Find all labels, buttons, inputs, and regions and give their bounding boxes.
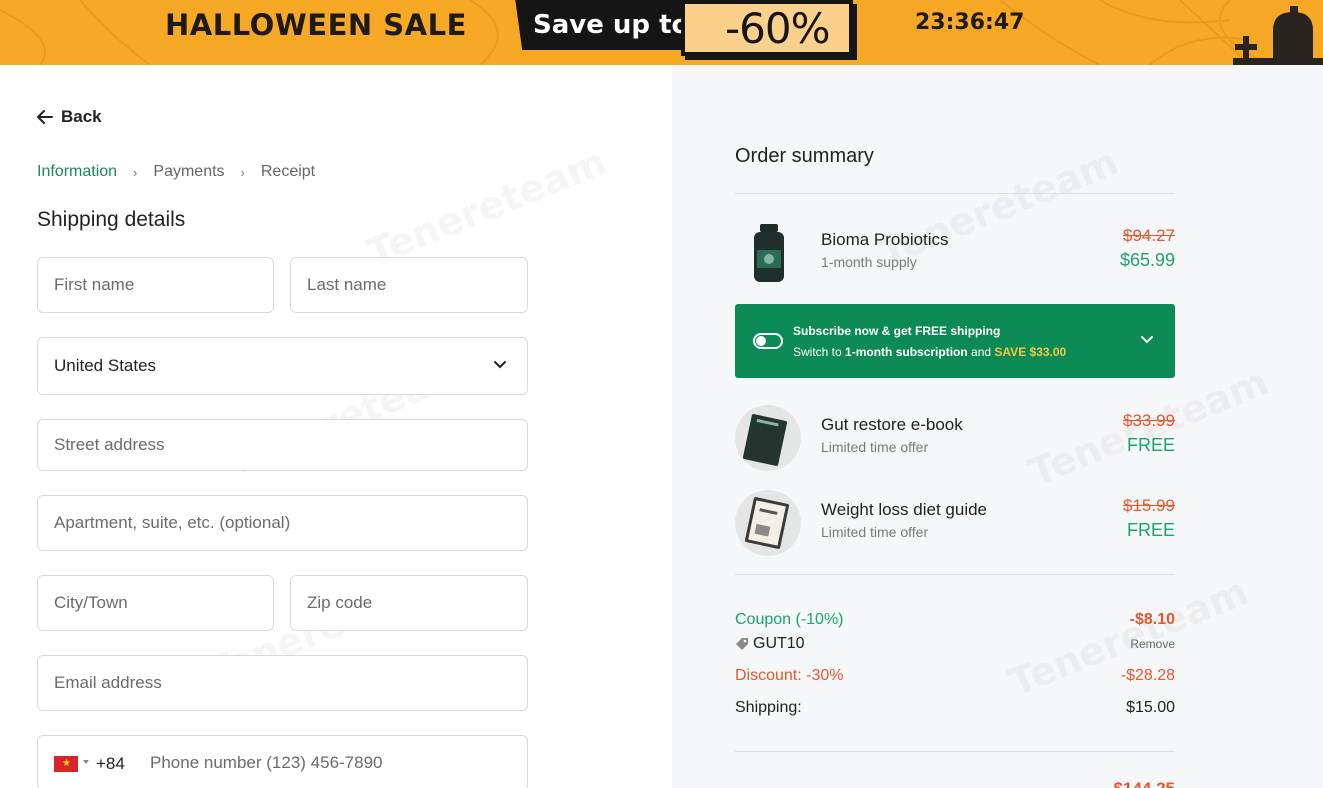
coupon-code-text: GUT10 <box>753 635 805 652</box>
coupon-label: Coupon (-10%) <box>735 611 844 628</box>
promo-percent: -60% <box>725 4 831 53</box>
item-new-price: FREE <box>1126 435 1175 455</box>
promo-save-text: Save up to <box>533 10 690 40</box>
total-price: $144.25 <box>1114 779 1175 788</box>
apartment-input[interactable] <box>38 496 527 550</box>
divider <box>735 193 1175 194</box>
subscribe-detail: Switch to 1-month subscription and SAVE … <box>793 345 1067 359</box>
back-link[interactable]: Back <box>37 107 102 127</box>
divider <box>735 574 1175 575</box>
probiotics-bottle-image <box>751 222 787 284</box>
shipping-row: Shipping: $15.00 <box>735 699 1175 717</box>
coupon-code: GUT10 <box>735 635 805 653</box>
checkout-steps-breadcrumb: Information › Payments › Receipt <box>37 163 315 181</box>
promo-badge: Save up to -60% <box>515 0 853 58</box>
item-name: Bioma Probiotics <box>821 230 949 249</box>
discount-label: Discount: -30% <box>735 667 844 684</box>
country-value: United States <box>54 356 157 375</box>
order-item: Weight loss diet guide Limited time offe… <box>735 490 1175 560</box>
email-input[interactable] <box>38 656 527 710</box>
discount-value: -$28.28 <box>1120 667 1175 684</box>
zip-input[interactable] <box>291 576 527 630</box>
item-subtitle: Limited time offer <box>821 524 929 540</box>
order-summary-panel: Tenereteam Tenereteam Tenereteam Order s… <box>672 65 1323 788</box>
city-input[interactable] <box>38 576 273 630</box>
tag-icon <box>736 638 748 650</box>
first-name-input[interactable] <box>38 258 273 312</box>
vietnam-flag-icon[interactable]: ★ <box>54 756 78 772</box>
last-name-field <box>290 257 528 313</box>
order-item: Bioma Probiotics 1-month supply $94.27 $… <box>735 220 1175 290</box>
countdown-timer: 23:36:47 <box>915 10 1025 35</box>
back-label: Back <box>61 107 102 126</box>
city-field <box>37 575 274 631</box>
step-payments[interactable]: Payments <box>153 163 224 181</box>
item-new-price: FREE <box>1126 520 1175 540</box>
phone-field: ★ +84 <box>37 735 528 788</box>
chevron-right-icon: › <box>240 164 245 180</box>
divider <box>735 751 1175 752</box>
caret-down-icon[interactable] <box>82 758 90 766</box>
apartment-field <box>37 495 528 551</box>
item-subtitle: 1-month supply <box>821 254 917 270</box>
ebook-image <box>735 405 801 471</box>
phone-input[interactable] <box>134 736 527 788</box>
step-information[interactable]: Information <box>37 163 117 181</box>
promo-banner: HALLOWEEN SALE Save up to -60% 23:36:47 <box>0 0 1323 65</box>
item-new-price: $65.99 <box>1119 250 1175 270</box>
shipping-details-title: Shipping details <box>37 208 186 231</box>
item-old-price: $33.99 <box>1123 411 1175 430</box>
chevron-down-icon <box>494 361 506 369</box>
subscribe-headline: Subscribe now & get FREE shipping <box>793 324 1001 338</box>
first-name-field <box>37 257 274 313</box>
arrow-left-icon <box>37 110 53 124</box>
country-select[interactable]: United States <box>37 337 528 395</box>
last-name-input[interactable] <box>291 258 527 312</box>
shipping-label: Shipping: <box>735 699 802 716</box>
subscribe-toggle[interactable] <box>753 333 783 349</box>
coupon-value: -$8.10 <box>1129 611 1175 628</box>
gravestone-icon <box>1233 6 1323 65</box>
email-field <box>37 655 528 711</box>
chevron-right-icon: › <box>133 164 138 180</box>
diet-guide-image <box>735 490 801 556</box>
subscribe-offer-banner[interactable]: Subscribe now & get FREE shipping Switch… <box>735 304 1175 378</box>
phone-country-code: +84 <box>96 754 125 773</box>
watermark: Tenereteam <box>361 139 612 275</box>
order-item: Gut restore e-book Limited time offer $3… <box>735 405 1175 475</box>
discount-row: Discount: -30% -$28.28 <box>735 667 1175 685</box>
order-summary-title: Order summary <box>735 145 874 167</box>
item-name: Weight loss diet guide <box>821 500 988 519</box>
street-address-field <box>37 419 528 471</box>
zip-field <box>290 575 528 631</box>
coupon-row: Coupon (-10%) -$8.10 <box>735 611 1175 629</box>
item-name: Gut restore e-book <box>821 415 963 434</box>
shipping-value: $15.00 <box>1126 699 1175 716</box>
street-address-input[interactable] <box>38 420 527 470</box>
item-subtitle: Limited time offer <box>821 439 929 455</box>
chevron-down-icon[interactable] <box>1141 336 1153 344</box>
step-receipt[interactable]: Receipt <box>261 163 315 181</box>
banner-title: HALLOWEEN SALE <box>165 8 467 42</box>
checkout-form-panel: Tenereteam Tenereteam Tenereteam Back In… <box>0 65 672 788</box>
remove-coupon-link[interactable]: Remove <box>1130 637 1175 651</box>
item-old-price: $15.99 <box>1123 496 1175 515</box>
item-old-price: $94.27 <box>1123 226 1175 245</box>
